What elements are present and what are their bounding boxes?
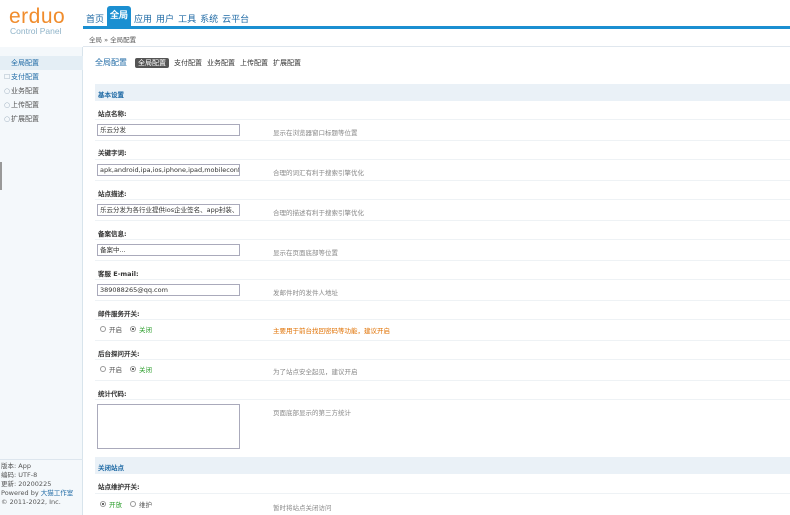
- site-name-input[interactable]: 乐云分发: [97, 124, 240, 136]
- admin-log-off-radio[interactable]: [130, 366, 136, 372]
- divider: [95, 300, 790, 301]
- nav-cloud[interactable]: 云平台: [221, 14, 250, 27]
- main-content: 全局配置 全局配置 支付配置 业务配置 上传配置 扩展配置 基本设置 站点名称:…: [83, 47, 790, 515]
- icp-input[interactable]: 备案中...: [97, 244, 240, 256]
- sidebar-footer: 版本: App 编码: UTF-8 更新: 20200225 Powered b…: [0, 459, 83, 507]
- mail-service-label: 邮件服务开关:: [98, 310, 140, 318]
- tab-business[interactable]: 业务配置: [207, 58, 235, 68]
- section-header-basic: 基本设置: [95, 84, 790, 101]
- email-input[interactable]: 389088265@qq.com: [97, 284, 240, 296]
- keywords-label: 关键字词:: [98, 149, 127, 157]
- nav-system[interactable]: 系统: [199, 14, 219, 27]
- keywords-input[interactable]: apk,android,ipa,ios,iphone,ipad,mobileco…: [97, 164, 240, 176]
- admin-log-label: 后台探问开关:: [98, 350, 140, 358]
- divider: [95, 493, 790, 494]
- divider: [95, 199, 790, 200]
- divider: [95, 239, 790, 240]
- version-text: 版本: App: [1, 462, 31, 470]
- admin-log-radios: 开启 关闭: [100, 364, 160, 374]
- sidebar-item-extension[interactable]: ○扩展配置: [0, 112, 83, 126]
- mail-service-off-radio[interactable]: [130, 326, 136, 332]
- divider: [95, 380, 790, 381]
- mail-service-on-radio[interactable]: [100, 326, 106, 332]
- divider: [95, 119, 790, 120]
- email-hint: 发邮件时的发件人地址: [273, 289, 338, 297]
- tab-payment[interactable]: 支付配置: [174, 58, 202, 68]
- divider: [95, 359, 790, 360]
- description-label: 站点描述:: [98, 190, 127, 198]
- site-name-label: 站点名称:: [98, 110, 127, 118]
- circle-icon: ○: [4, 87, 11, 95]
- nav-home[interactable]: 首页: [85, 14, 105, 27]
- stats-hint: 页面底部显示的第三方统计: [273, 409, 351, 417]
- checkbox-icon: ☐: [4, 73, 11, 81]
- maintenance-close-radio[interactable]: [130, 501, 136, 507]
- logo: erduo Control Panel: [0, 0, 83, 47]
- sidebar: 全局配置 ☐支付配置 ○业务配置 ○上传配置 ○扩展配置 版本: App 编码:…: [0, 47, 83, 515]
- stats-label: 统计代码:: [98, 390, 127, 398]
- encoding-text: 编码: UTF-8: [1, 471, 38, 479]
- sidebar-item-global[interactable]: 全局配置: [0, 56, 83, 70]
- divider: [95, 319, 790, 320]
- sidebar-scroll-handle[interactable]: [0, 162, 2, 190]
- mail-service-hint: 主要用于前台找回密码等功能，建议开启: [273, 327, 390, 335]
- breadcrumb: 全局 » 全局配置: [83, 29, 790, 47]
- divider: [95, 159, 790, 160]
- description-hint: 合理的描述有利于搜索引擎优化: [273, 209, 364, 217]
- email-label: 客服 E-mail:: [98, 270, 139, 278]
- divider: [95, 399, 790, 400]
- maintenance-radios: 开放 维护: [100, 499, 160, 509]
- divider: [95, 140, 790, 141]
- site-name-hint: 显示在浏览器窗口标题等位置: [273, 129, 358, 137]
- nav-users[interactable]: 用户: [155, 14, 175, 27]
- nav-apps[interactable]: 应用: [133, 14, 153, 27]
- brand-logo: erduo: [9, 5, 66, 28]
- divider: [95, 279, 790, 280]
- nav-tools[interactable]: 工具: [177, 14, 197, 27]
- maintenance-open-radio[interactable]: [100, 501, 106, 507]
- icp-label: 备案信息:: [98, 230, 127, 238]
- copyright-text: © 2011-2022, Inc.: [1, 498, 61, 506]
- maintenance-hint: 暂时将站点关闭访问: [273, 504, 332, 512]
- sidebar-item-business[interactable]: ○业务配置: [0, 84, 83, 98]
- tab-global[interactable]: 全局配置: [135, 57, 169, 68]
- tab-upload[interactable]: 上传配置: [240, 58, 268, 68]
- breadcrumb-text: 全局 » 全局配置: [89, 36, 137, 44]
- brand-subtitle: Control Panel: [10, 26, 62, 36]
- stats-textarea[interactable]: [97, 404, 240, 449]
- admin-log-hint: 为了站点安全起见，建议开启: [273, 368, 358, 376]
- divider: [95, 340, 790, 341]
- maintenance-label: 站点维护开关:: [98, 483, 140, 491]
- description-input[interactable]: 乐云分发为各行业提供ios企业签名、app封装、: [97, 204, 240, 216]
- sidebar-item-payment[interactable]: ☐支付配置: [0, 70, 83, 84]
- powered-text: Powered by 大猫工作室: [1, 489, 74, 497]
- divider: [95, 260, 790, 261]
- sidebar-item-upload[interactable]: ○上传配置: [0, 98, 83, 112]
- divider: [95, 220, 790, 221]
- icp-hint: 显示在页面底部等位置: [273, 249, 338, 257]
- circle-icon: ○: [4, 115, 11, 123]
- circle-icon: ○: [4, 101, 11, 109]
- divider: [95, 180, 790, 181]
- keywords-hint: 合理的词汇有利于搜索引擎优化: [273, 169, 364, 177]
- page-title: 全局配置: [95, 58, 127, 67]
- powered-link[interactable]: 大猫工作室: [41, 489, 74, 497]
- top-nav: 首页 全局 应用 用户 工具 系统 云平台: [83, 0, 790, 29]
- tab-extension[interactable]: 扩展配置: [273, 58, 301, 68]
- section-header-close: 关闭站点: [95, 457, 790, 474]
- mail-service-radios: 开启 关闭: [100, 324, 160, 334]
- config-tabs: 全局配置 全局配置 支付配置 业务配置 上传配置 扩展配置: [95, 57, 306, 68]
- nav-global[interactable]: 全局: [107, 6, 132, 29]
- admin-log-on-radio[interactable]: [100, 366, 106, 372]
- update-text: 更新: 20200225: [1, 480, 52, 488]
